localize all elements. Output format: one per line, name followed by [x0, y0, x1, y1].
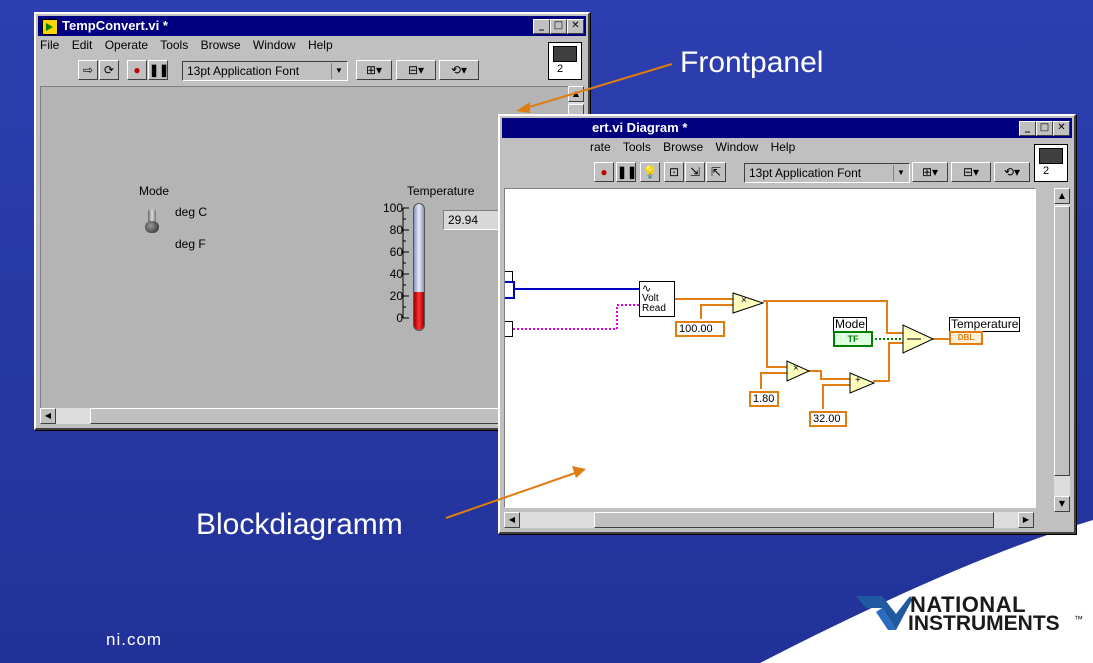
national-instruments-logo: NATIONAL INSTRUMENTS ™ — [852, 590, 1084, 638]
ni-eagle-logo — [856, 596, 912, 630]
footer-url: ni.com — [106, 630, 163, 649]
logo-trademark: ™ — [1074, 614, 1083, 624]
blockdiagram-arrow — [445, 471, 579, 519]
frontpanel-arrowhead — [516, 102, 530, 113]
blockdiagram-label: Blockdiagramm — [196, 508, 403, 541]
blockdiagram-arrowhead — [572, 466, 586, 478]
frontpanel-arrow — [525, 63, 673, 109]
logo-line-2: INSTRUMENTS — [908, 612, 1060, 635]
annotation-arrows — [445, 63, 673, 519]
frontpanel-label: Frontpanel — [680, 46, 824, 79]
